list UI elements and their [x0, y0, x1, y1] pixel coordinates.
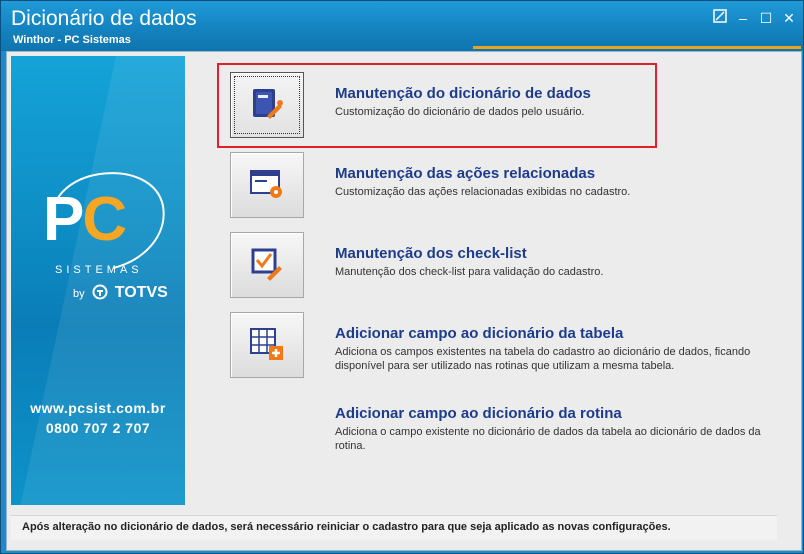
option-desc: Customização do dicionário de dados pelo… — [335, 106, 585, 118]
totvs-icon — [92, 284, 108, 300]
dictionary-edit-icon — [253, 89, 283, 119]
table-add-icon — [250, 328, 283, 360]
window-subtitle: Winthor - PC Sistemas — [13, 34, 131, 46]
pc-sistemas-logo: PC SISTEMAS by TOTVS — [33, 156, 173, 306]
option-title[interactable]: Manutenção das ações relacionadas — [335, 165, 595, 182]
option-add-table-field[interactable]: Adicionar campo ao dicionário da tabela … — [189, 312, 779, 382]
phone-text: 0800 707 2 707 — [45, 420, 151, 436]
option-desc: Manutenção dos check-list para validação… — [335, 266, 604, 278]
checklist-edit-icon — [251, 248, 282, 281]
close-button[interactable]: ✕ — [780, 9, 798, 27]
client-area: PC SISTEMAS by TOTVS www.pcsist.com.br 0… — [6, 51, 802, 551]
dictionary-maintenance-button[interactable] — [230, 72, 304, 138]
website-text: www.pcsist.com.br — [30, 400, 166, 416]
option-title[interactable]: Adicionar campo ao dicionário da rotina — [335, 405, 622, 422]
app-window: Dicionário de dados Winthor - PC Sistema… — [0, 0, 804, 554]
by-label: by — [73, 288, 85, 300]
window-title: Dicionário de dados — [11, 7, 197, 30]
option-desc: Customização das ações relacionadas exib… — [335, 186, 631, 198]
logo-sistemas: SISTEMAS — [55, 264, 143, 276]
totvs-label: TOTVS — [114, 284, 168, 301]
option-desc: Adiciona os campos existentes na tabela … — [335, 346, 751, 372]
maximize-button[interactable]: ☐ — [757, 9, 775, 27]
options-panel: Manutenção do dicionário de dados Custom… — [189, 56, 797, 511]
option-dictionary-maintenance[interactable]: Manutenção do dicionário de dados Custom… — [189, 72, 779, 142]
checklist-button[interactable] — [230, 232, 304, 298]
option-title[interactable]: Manutenção dos check-list — [335, 245, 527, 262]
option-title[interactable]: Manutenção do dicionário de dados — [335, 85, 591, 102]
window-gear-icon — [250, 170, 282, 198]
footer-message: Após alteração no dicionário de dados, s… — [22, 521, 671, 533]
logo-letters: PC — [43, 184, 127, 255]
sidebar-banner: PC SISTEMAS by TOTVS www.pcsist.com.br 0… — [11, 56, 185, 505]
minimize-button[interactable]: – — [734, 9, 752, 27]
option-desc: Adiciona o campo existente no dicionário… — [335, 426, 761, 452]
option-related-actions[interactable]: Manutenção das ações relacionadas Custom… — [189, 152, 779, 222]
title-bar[interactable]: Dicionário de dados Winthor - PC Sistema… — [1, 1, 803, 51]
option-add-routine-field[interactable]: Adicionar campo ao dicionário da rotina … — [189, 392, 779, 462]
add-table-field-button[interactable] — [230, 312, 304, 378]
by-totvs: by TOTVS — [73, 284, 168, 302]
option-title[interactable]: Adicionar campo ao dicionário da tabela — [335, 325, 623, 342]
related-actions-button[interactable] — [230, 152, 304, 218]
title-accent-line — [473, 46, 801, 49]
option-checklist[interactable]: Manutenção dos check-list Manutenção dos… — [189, 232, 779, 302]
status-footer: Após alteração no dicionário de dados, s… — [11, 515, 777, 540]
restore-icon[interactable] — [711, 9, 729, 27]
logo-p: P — [43, 185, 84, 254]
logo-c: C — [82, 185, 127, 254]
